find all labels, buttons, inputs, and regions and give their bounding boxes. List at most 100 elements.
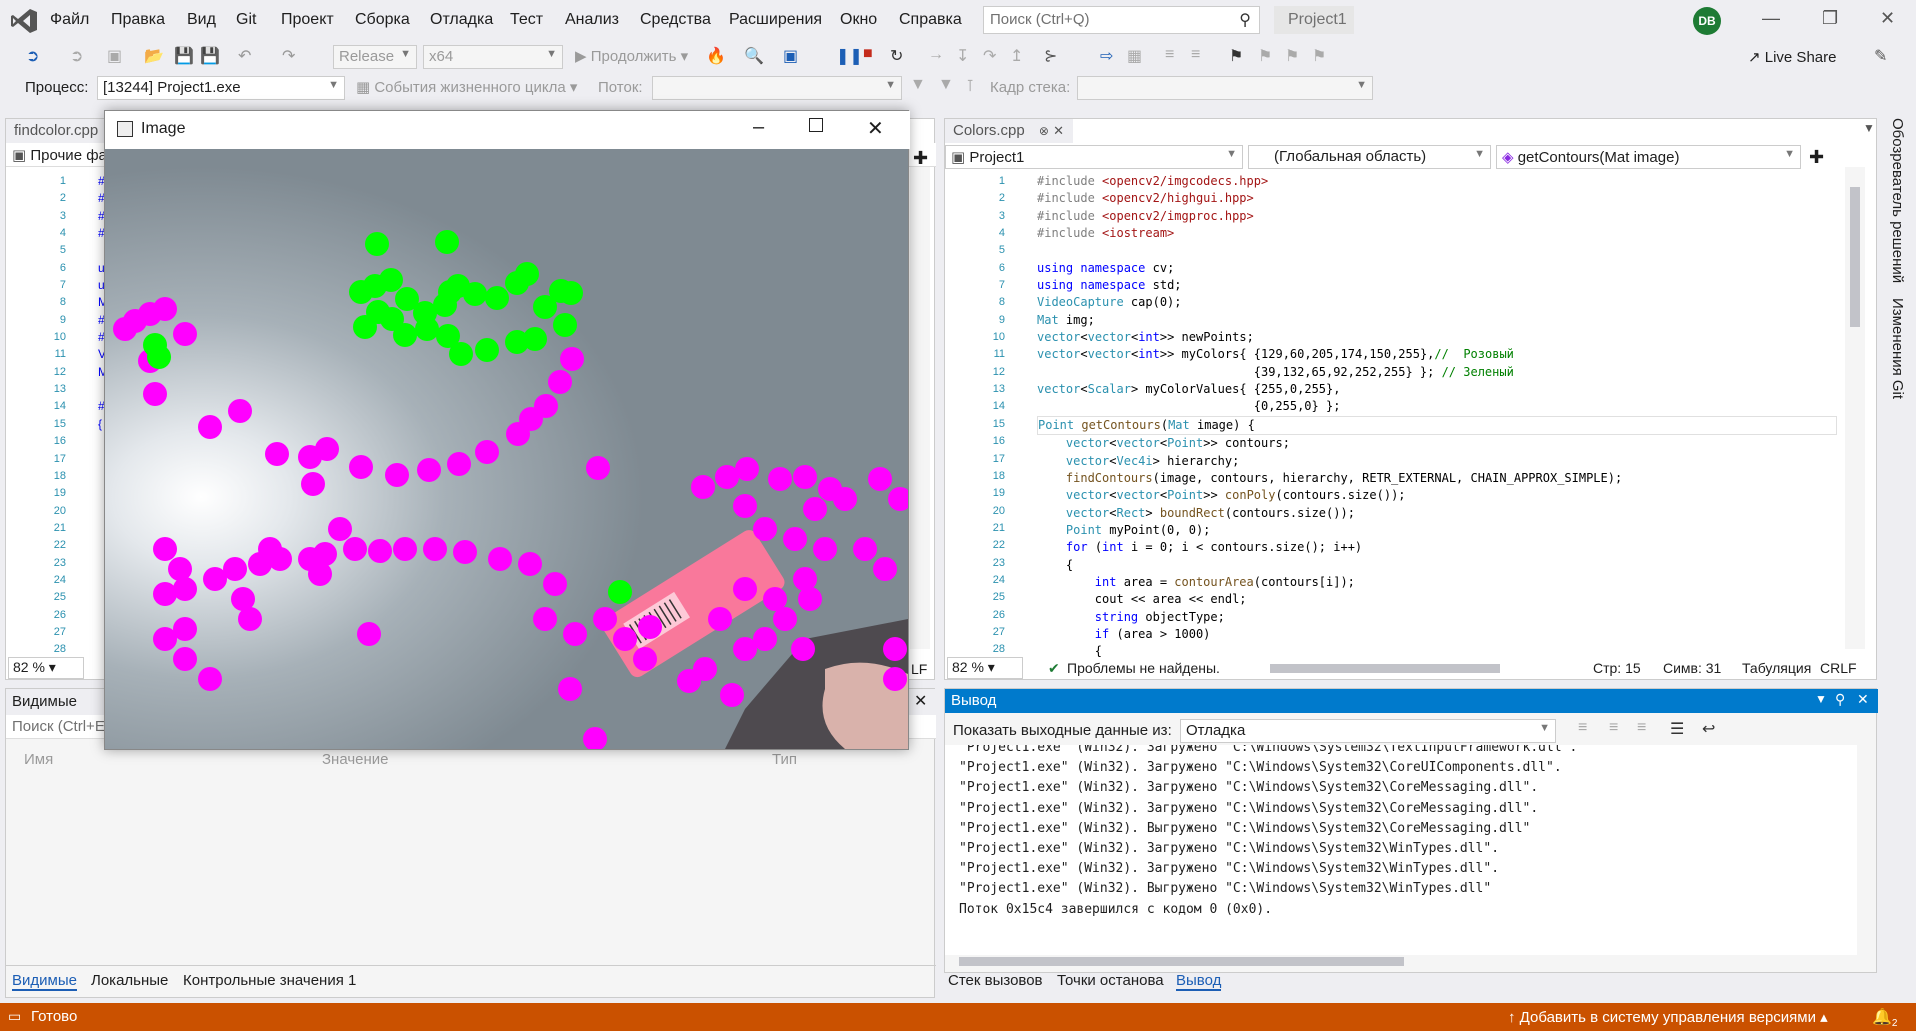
clear-bookmarks-icon[interactable]: ⚑ (1312, 46, 1326, 66)
comment-icon[interactable]: ≡ (1165, 46, 1174, 64)
tab-solution-explorer[interactable]: Обозреватель решений (1889, 118, 1906, 283)
word-wrap-icon[interactable]: ↩ (1702, 719, 1715, 739)
image-titlebar[interactable]: Image – ✕ (105, 111, 910, 149)
tab-findcolor[interactable]: findcolor.cpp (6, 119, 106, 143)
step-over-icon[interactable]: ↷ (983, 46, 996, 66)
issues-status[interactable]: Проблемы не найдены. (1067, 660, 1220, 676)
search-input[interactable]: Поиск (Ctrl+Q) ⚲ (983, 6, 1260, 34)
code-line[interactable]: vector<Vec4i> hierarchy; (1037, 453, 1837, 470)
tab-overflow-icon[interactable]: ▼ (1863, 121, 1875, 135)
left-scrollbar[interactable] (910, 167, 930, 649)
tab-close-icon[interactable]: ✕ (1053, 123, 1064, 138)
code-line[interactable]: #include <opencv2/imgcodecs.hpp> (1037, 173, 1837, 190)
window-close-icon[interactable]: ✕ (1880, 8, 1895, 29)
prev-bookmark-icon[interactable]: ⚑ (1258, 46, 1272, 66)
code-line[interactable]: { (1037, 557, 1837, 574)
find-in-files-icon[interactable]: 🔍 (744, 46, 764, 66)
code-line[interactable]: #include <iostream> (1037, 225, 1837, 242)
threads-icon[interactable]: ⊱ (1044, 46, 1057, 66)
feedback-icon[interactable]: ✎ (1874, 46, 1887, 66)
menu-debug[interactable]: Отладка (430, 11, 493, 29)
menu-analyze[interactable]: Анализ (565, 11, 619, 29)
output-pin-icon[interactable]: ⚲ (1835, 691, 1845, 708)
menu-view[interactable]: Вид (187, 11, 216, 29)
code-line[interactable]: findContours(image, contours, hierarchy,… (1037, 470, 1837, 487)
hot-reload-icon[interactable]: 🔥 (706, 46, 726, 66)
save-all-icon[interactable]: 💾 (200, 46, 220, 66)
code-line[interactable]: vector<Scalar> myColorValues{ {255,0,255… (1037, 381, 1837, 398)
output-close-icon[interactable]: ✕ (1857, 691, 1869, 708)
output-scrollbar[interactable] (1858, 745, 1876, 955)
right-eol[interactable]: CRLF (1820, 660, 1857, 676)
indent-mode[interactable]: Табуляция (1742, 660, 1811, 676)
back-icon[interactable]: ➲ (26, 46, 39, 66)
tab-breakpoints[interactable]: Точки останова (1057, 972, 1164, 989)
tab-git-changes[interactable]: Изменения Git (1889, 298, 1906, 399)
output-text-area[interactable]: "Project1.exe" (Win32). Загружено "C:\Wi… (945, 745, 1857, 955)
process-select[interactable]: [13244] Project1.exe ▼ (97, 76, 345, 100)
code-line[interactable]: vector<Rect> boundRect(contours.size()); (1037, 505, 1837, 522)
filter-icon[interactable]: ▼ (910, 76, 926, 94)
thread-select[interactable]: ▼ (652, 76, 902, 100)
show-next-statement-icon[interactable]: ⇨ (1100, 46, 1113, 66)
tab-watch1[interactable]: Контрольные значения 1 (183, 972, 356, 989)
code-line[interactable] (1037, 242, 1837, 259)
member-select[interactable]: ◈ getContours(Mat image) ▼ (1496, 145, 1801, 169)
stackframe-select[interactable]: ▼ (1077, 76, 1373, 100)
code-line[interactable]: VideoCapture cap(0); (1037, 294, 1837, 311)
menu-build[interactable]: Сборка (355, 11, 410, 29)
scope-select[interactable]: (Глобальная область) ▼ (1248, 145, 1491, 169)
code-line[interactable]: for (int i = 0; i < contours.size(); i++… (1037, 539, 1837, 556)
code-line[interactable]: Point myPoint(0, 0); (1037, 522, 1837, 539)
browser-link-icon[interactable]: ▣ (783, 46, 798, 66)
output-dropdown-icon[interactable]: ▼ (1815, 692, 1827, 706)
left-split-icon[interactable]: ✚ (913, 148, 928, 169)
step-out-icon[interactable]: ↥ (1010, 46, 1023, 66)
avatar[interactable]: DB (1693, 7, 1721, 35)
right-scrollbar[interactable] (1845, 167, 1865, 649)
code-line[interactable]: vector<vector<int>> newPoints; (1037, 329, 1837, 346)
tab-locals[interactable]: Локальные (91, 972, 168, 989)
code-line[interactable]: { (1037, 643, 1837, 660)
save-icon[interactable]: 💾 (174, 46, 194, 66)
live-share-button[interactable]: ↗ Live Share (1748, 48, 1836, 66)
code-line[interactable]: {0,255,0} }; (1037, 398, 1837, 415)
window-restore-icon[interactable]: ❐ (1822, 8, 1838, 29)
new-item-icon[interactable]: ▣ (107, 46, 122, 66)
close-icon[interactable]: ✕ (867, 116, 884, 141)
configuration-select[interactable]: Release ▼ (333, 45, 417, 69)
project-select[interactable]: ▣ Project1 ▼ (945, 145, 1243, 169)
code-line[interactable]: int area = contourArea(contours[i]); (1037, 574, 1837, 591)
output-source-select[interactable]: Отладка ▼ (1180, 719, 1556, 743)
code-line[interactable]: Point getContours(Mat image) { (1037, 415, 1837, 436)
forward-icon[interactable]: ➲ (70, 46, 83, 66)
code-line[interactable]: using namespace std; (1037, 277, 1837, 294)
visual-studio-logo-icon[interactable] (10, 8, 38, 34)
undo-icon[interactable]: ↶ (238, 46, 251, 66)
code-line[interactable]: string objectType; (1037, 609, 1837, 626)
next-message-icon[interactable]: ≡ (1637, 719, 1646, 737)
minimize-icon[interactable]: – (753, 116, 764, 139)
code-line[interactable]: vector<vector<Point>> conPoly(contours.s… (1037, 487, 1837, 504)
layout-icon[interactable]: ▦ (1127, 46, 1142, 66)
add-to-source-control[interactable]: ↑ Добавить в систему управления версиями… (1508, 1008, 1828, 1026)
menu-tools[interactable]: Средства (640, 11, 711, 29)
open-folder-icon[interactable]: 📂 (144, 46, 164, 66)
continue-button[interactable]: ▶ Продолжить ▾ (575, 47, 688, 65)
window-minimize-icon[interactable]: — (1762, 8, 1780, 29)
step-icon[interactable]: → (928, 46, 944, 64)
code-line[interactable]: vector<vector<Point>> contours; (1037, 435, 1837, 452)
menu-help[interactable]: Справка (899, 11, 962, 29)
code-line[interactable]: cout << area << endl; (1037, 591, 1837, 608)
right-split-icon[interactable]: ✚ (1809, 147, 1824, 168)
filter-clear-icon[interactable]: ▼ (938, 76, 954, 94)
restart-icon[interactable]: ↻ (890, 46, 903, 66)
pin-icon[interactable]: ⊗ (1039, 124, 1049, 138)
tab-output[interactable]: Вывод (1176, 972, 1222, 991)
menu-edit[interactable]: Правка (111, 11, 165, 29)
code-line[interactable]: Mat img; (1037, 312, 1837, 329)
clear-all-icon[interactable]: ☰ (1670, 719, 1684, 739)
horizontal-scrollbar[interactable] (1270, 664, 1500, 673)
code-line[interactable]: #include <opencv2/highgui.hpp> (1037, 190, 1837, 207)
menu-git[interactable]: Git (236, 11, 256, 29)
